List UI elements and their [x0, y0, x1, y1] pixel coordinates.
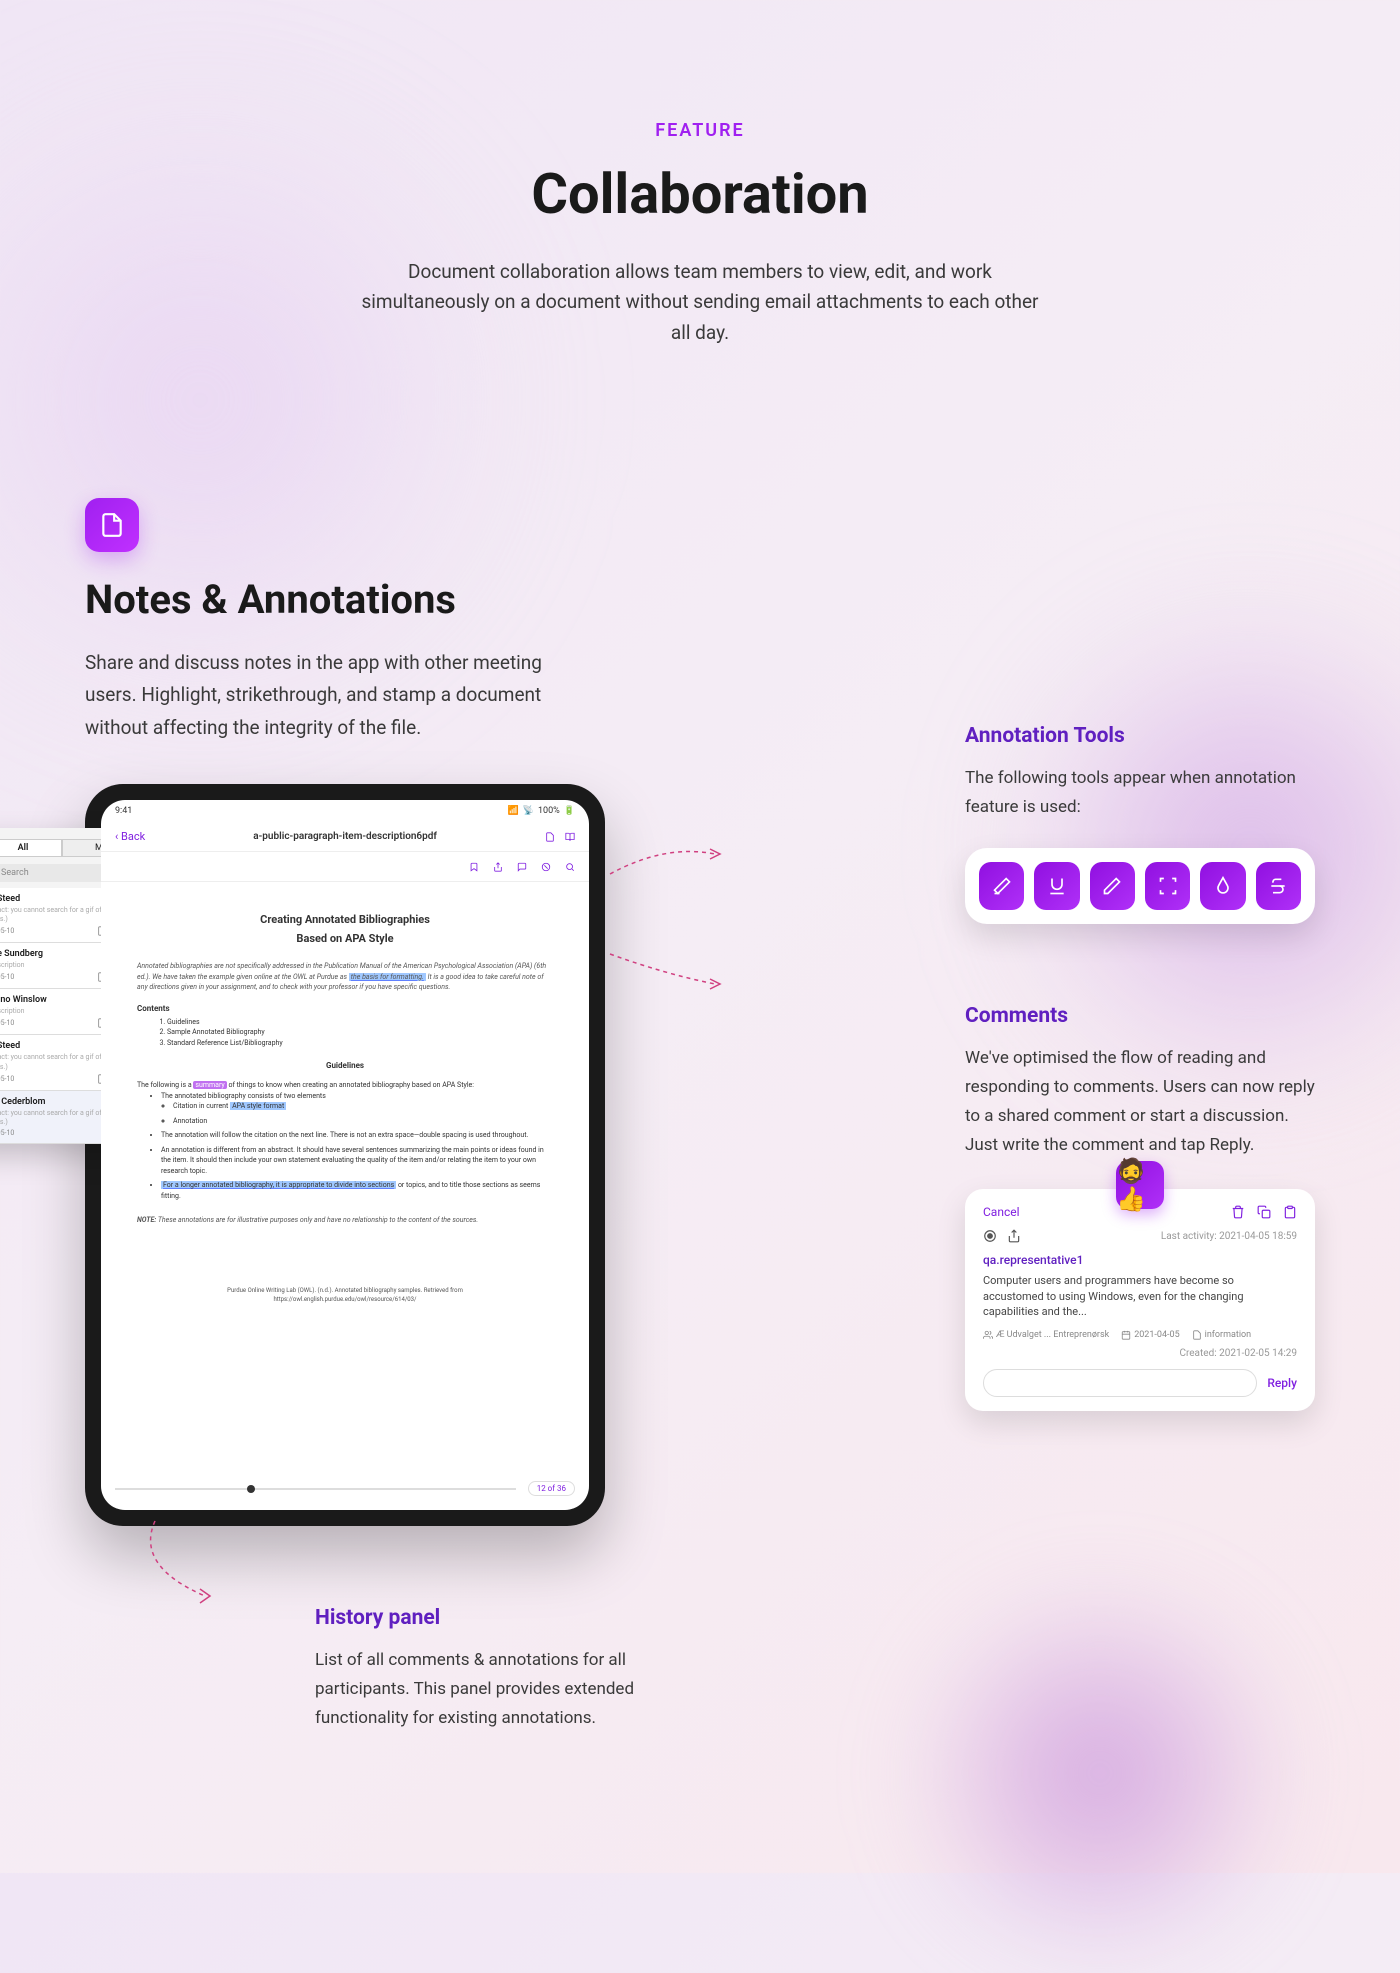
doc-bullets: The annotated bibliography consists of t…: [161, 1091, 553, 1202]
reply-button[interactable]: Reply: [1267, 1376, 1297, 1390]
history-tab-all[interactable]: All: [0, 839, 62, 857]
doc-guidelines-title: Guidelines: [137, 1060, 553, 1072]
history-item-name: Joen Cederblom: [0, 1097, 45, 1107]
radio-selected-icon[interactable]: [983, 1229, 997, 1243]
status-bar: 9:41 📶 📡 100% 🔋: [101, 800, 589, 822]
last-activity: Last activity: 2021-04-05 18:59: [1161, 1231, 1297, 1242]
notes-title: Notes & Annotations: [85, 576, 1315, 623]
highlighted-text: the basis for formatting.: [349, 973, 426, 981]
document-body: Creating Annotated Bibliographies Based …: [101, 882, 589, 1334]
doc-contents-title: Contents: [137, 1003, 553, 1015]
back-button[interactable]: ‹ Back: [115, 830, 145, 843]
selection-tool-button[interactable]: [1145, 862, 1190, 910]
doc-icon[interactable]: [545, 832, 555, 842]
doc-note: NOTE: These annotations are for illustra…: [137, 1215, 553, 1226]
arrow-to-comments: [605, 944, 725, 1004]
page-indicator: 12 of 36: [528, 1481, 575, 1496]
history-item-name: Erin Steed: [0, 894, 20, 904]
history-item-name: Stefano Winslow: [0, 995, 47, 1005]
history-title: History panel: [315, 1606, 715, 1630]
annotation-tools-title: Annotation Tools: [965, 724, 1315, 748]
doc-reference: Purdue Online Writing Lab (OWL). (n.d.).…: [137, 1286, 553, 1304]
chat-icon[interactable]: [517, 862, 527, 872]
history-item-date: 2020-05-10: [0, 1129, 14, 1137]
arrow-to-tools: [605, 834, 725, 894]
search-icon[interactable]: [565, 862, 575, 872]
avatar: 🧔👍: [1116, 1161, 1164, 1209]
annotation-tools-row: [965, 848, 1315, 924]
page-slider[interactable]: [115, 1488, 516, 1490]
arrow-to-history: [125, 1516, 225, 1616]
highlighter-tool-button[interactable]: [979, 862, 1024, 910]
strikethrough-tool-button[interactable]: [1256, 862, 1301, 910]
comment-date: 2021-04-05: [1134, 1330, 1179, 1340]
signal-icon: 📶: [508, 806, 519, 816]
status-battery: 100%: [538, 806, 560, 816]
clipboard-icon[interactable]: [1283, 1205, 1297, 1219]
share-icon[interactable]: [493, 862, 503, 872]
history-item-name: Erin Steed: [0, 1041, 20, 1051]
reply-input[interactable]: [983, 1369, 1257, 1397]
annotation-icon[interactable]: [541, 862, 551, 872]
eyebrow: FEATURE: [85, 120, 1315, 141]
history-item-date: 2020-05-10: [0, 973, 14, 981]
status-time: 9:41: [115, 806, 132, 816]
book-icon[interactable]: [565, 832, 575, 842]
history-item-name: Malte Sundberg: [0, 949, 43, 959]
notes-section-icon: [85, 498, 139, 552]
calendar-icon: [1121, 1330, 1131, 1340]
notes-desc: Share and discuss notes in the app with …: [85, 647, 585, 744]
page-subtitle: Document collaboration allows team membe…: [350, 257, 1050, 348]
doc-intro: Annotated bibliographies are not specifi…: [137, 961, 553, 993]
doc-footer: 12 of 36: [115, 1481, 575, 1496]
doc-contents-list: Guidelines Sample Annotated Bibliography…: [167, 1017, 553, 1049]
highlighted-text: summary: [193, 1081, 226, 1089]
highlighted-text: For a longer annotated bibliography, it …: [161, 1181, 396, 1189]
history-callout: History panel List of all comments & ann…: [315, 1606, 715, 1733]
ink-tool-button[interactable]: [1200, 862, 1245, 910]
copy-icon[interactable]: [1257, 1205, 1271, 1219]
pencil-tool-button[interactable]: [1090, 862, 1135, 910]
group-icon: [983, 1330, 993, 1340]
comments-desc: We've optimised the flow of reading and …: [965, 1044, 1315, 1160]
share-icon[interactable]: [1007, 1229, 1021, 1243]
history-item-date: 2020-05-10: [0, 1019, 14, 1027]
doc-icon: [1192, 1330, 1202, 1340]
bookmark-icon[interactable]: [469, 862, 479, 872]
highlighted-text: APA style format: [230, 1102, 286, 1110]
history-item-date: 2020-05-10: [0, 1075, 14, 1083]
tablet-mockup: All My Search: [85, 784, 605, 1526]
cancel-button[interactable]: Cancel: [983, 1205, 1020, 1219]
comment-text: Computer users and programmers have beco…: [983, 1273, 1297, 1319]
comment-card: 🧔👍 Cancel Last: [965, 1189, 1315, 1410]
comment-group: Æ Udvalget ... Entreprenørsk: [996, 1330, 1109, 1340]
underline-tool-button[interactable]: [1034, 862, 1079, 910]
annotation-tools-desc: The following tools appear when annotati…: [965, 764, 1315, 822]
trash-icon[interactable]: [1231, 1205, 1245, 1219]
history-item-date: 2020-05-10: [0, 927, 14, 935]
doc-subheading: Based on APA Style: [137, 931, 553, 948]
battery-icon: 🔋: [564, 806, 575, 816]
doc-guideline-lead: The following is a summary of things to …: [137, 1080, 553, 1091]
wifi-icon: 📡: [523, 806, 534, 816]
page-header: FEATURE Collaboration Document collabora…: [85, 120, 1315, 348]
page-title: Collaboration: [85, 161, 1315, 227]
comments-title: Comments: [965, 1004, 1315, 1028]
comment-type: information: [1205, 1330, 1252, 1340]
history-desc: List of all comments & annotations for a…: [315, 1646, 715, 1733]
search-placeholder: Search: [1, 868, 29, 878]
comment-user: qa.representative1: [983, 1253, 1297, 1267]
document-title: a-public-paragraph-item-description6pdf: [253, 831, 437, 842]
doc-heading: Creating Annotated Bibliographies: [137, 912, 553, 929]
comment-created: Created: 2021-02-05 14:29: [983, 1348, 1297, 1359]
